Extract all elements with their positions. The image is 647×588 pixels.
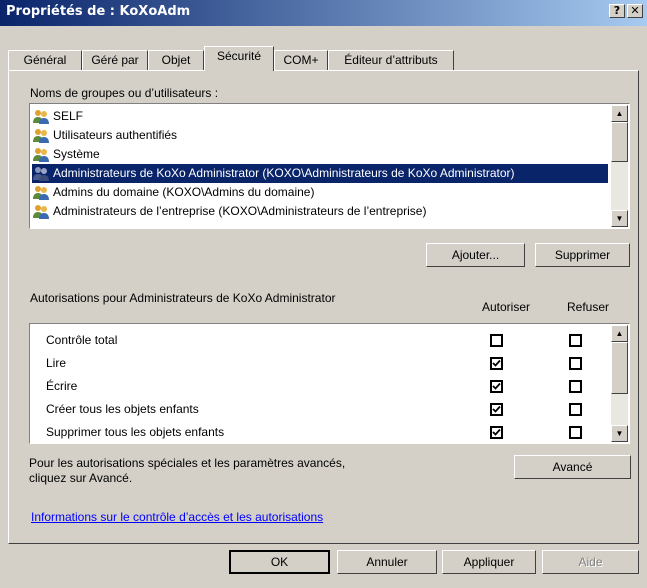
checkmark-icon — [492, 405, 501, 413]
groups-scrollbar[interactable]: ▲ ▼ — [611, 105, 628, 227]
close-title-button[interactable]: ✕ — [627, 4, 643, 18]
list-item[interactable]: Administrateurs de l’entreprise (KOXO\Ad… — [32, 202, 608, 221]
allow-header: Autoriser — [482, 300, 531, 314]
advanced-hint: Pour les autorisations spéciales et les … — [29, 456, 346, 485]
users-icon — [33, 205, 49, 219]
permission-name: Créer tous les objets enfants — [46, 402, 199, 416]
permission-name: Supprimer tous les objets enfants — [46, 425, 225, 439]
access-control-info-link[interactable]: Informations sur le contrôle d’accès et … — [31, 510, 323, 524]
groups-list[interactable]: SELF Utilisateurs authentifiés Système A… — [29, 103, 630, 229]
tab-security[interactable]: Sécurité — [204, 46, 274, 71]
help-button[interactable]: Aide — [542, 550, 639, 574]
tab-object[interactable]: Objet — [148, 50, 204, 70]
allow-checkbox[interactable] — [490, 334, 503, 347]
permission-row: Contrôle total — [46, 331, 606, 350]
checkmark-icon — [492, 382, 501, 390]
deny-checkbox[interactable] — [569, 426, 582, 439]
allow-checkbox[interactable] — [490, 380, 503, 393]
users-icon — [33, 110, 49, 124]
advanced-button[interactable]: Avancé — [514, 455, 631, 479]
permission-row: Écrire — [46, 377, 606, 396]
scroll-up-button[interactable]: ▲ — [611, 105, 628, 122]
groups-label: Noms de groupes ou d’utilisateurs : — [30, 86, 219, 100]
list-item[interactable]: Système — [32, 145, 608, 164]
list-item-label: Administrateurs de KoXo Administrator (K… — [53, 166, 515, 180]
scroll-down-button[interactable]: ▼ — [611, 425, 628, 442]
deny-checkbox[interactable] — [569, 380, 582, 393]
scroll-down-button[interactable]: ▼ — [611, 210, 628, 227]
add-button[interactable]: Ajouter... — [426, 243, 525, 267]
users-icon — [33, 167, 49, 181]
permission-name: Contrôle total — [46, 333, 118, 347]
apply-button[interactable]: Appliquer — [442, 550, 536, 574]
permission-name: Écrire — [46, 379, 78, 393]
permission-row: Supprimer tous les objets enfants — [46, 423, 606, 442]
checkmark-icon — [492, 428, 501, 436]
ok-button[interactable]: OK — [229, 550, 330, 574]
allow-checkbox[interactable] — [490, 403, 503, 416]
permissions-scrollbar[interactable]: ▲ ▼ — [611, 325, 628, 442]
title-bar[interactable]: Propriétés de : KoXoAdm ? ✕ — [0, 0, 647, 26]
list-item-selected[interactable]: Administrateurs de KoXo Administrator (K… — [32, 164, 608, 183]
tab-managed-by[interactable]: Géré par — [82, 50, 148, 70]
list-item-label: Système — [53, 147, 100, 161]
list-item-label: Administrateurs de l’entreprise (KOXO\Ad… — [53, 204, 427, 218]
permission-name: Lire — [46, 356, 67, 370]
deny-header: Refuser — [567, 300, 610, 314]
permissions-label: Autorisations pour Administrateurs de Ko… — [30, 291, 336, 305]
permissions-list[interactable]: Contrôle total Lire Écrire Créer tous le… — [29, 323, 630, 444]
tab-general[interactable]: Général — [8, 50, 82, 70]
checkmark-icon — [492, 359, 501, 367]
remove-button[interactable]: Supprimer — [535, 243, 630, 267]
list-item-label: SELF — [53, 109, 84, 123]
list-item[interactable]: Utilisateurs authentifiés — [32, 126, 608, 145]
users-icon — [33, 129, 49, 143]
permission-row: Créer tous les objets enfants — [46, 400, 606, 419]
scroll-thumb[interactable] — [611, 342, 628, 394]
list-item-label: Utilisateurs authentifiés — [53, 128, 178, 142]
cancel-button[interactable]: Annuler — [337, 550, 437, 574]
tab-attribute-editor[interactable]: Éditeur d’attributs — [328, 50, 454, 70]
scroll-thumb[interactable] — [611, 122, 628, 162]
list-item-label: Admins du domaine (KOXO\Admins du domain… — [53, 185, 315, 199]
deny-checkbox[interactable] — [569, 334, 582, 347]
tab-complus[interactable]: COM+ — [274, 50, 328, 70]
users-icon — [33, 186, 49, 200]
scroll-up-button[interactable]: ▲ — [611, 325, 628, 342]
list-item[interactable]: Admins du domaine (KOXO\Admins du domain… — [32, 183, 608, 202]
permission-row: Lire — [46, 354, 606, 373]
window-title: Propriétés de : KoXoAdm — [6, 4, 191, 19]
deny-checkbox[interactable] — [569, 403, 582, 416]
users-icon — [33, 148, 49, 162]
allow-checkbox[interactable] — [490, 357, 503, 370]
list-item[interactable]: SELF — [32, 107, 608, 126]
properties-dialog: Propriétés de : KoXoAdm ? ✕ Général Géré… — [0, 0, 647, 588]
help-title-button[interactable]: ? — [609, 4, 625, 18]
allow-checkbox[interactable] — [490, 426, 503, 439]
deny-checkbox[interactable] — [569, 357, 582, 370]
